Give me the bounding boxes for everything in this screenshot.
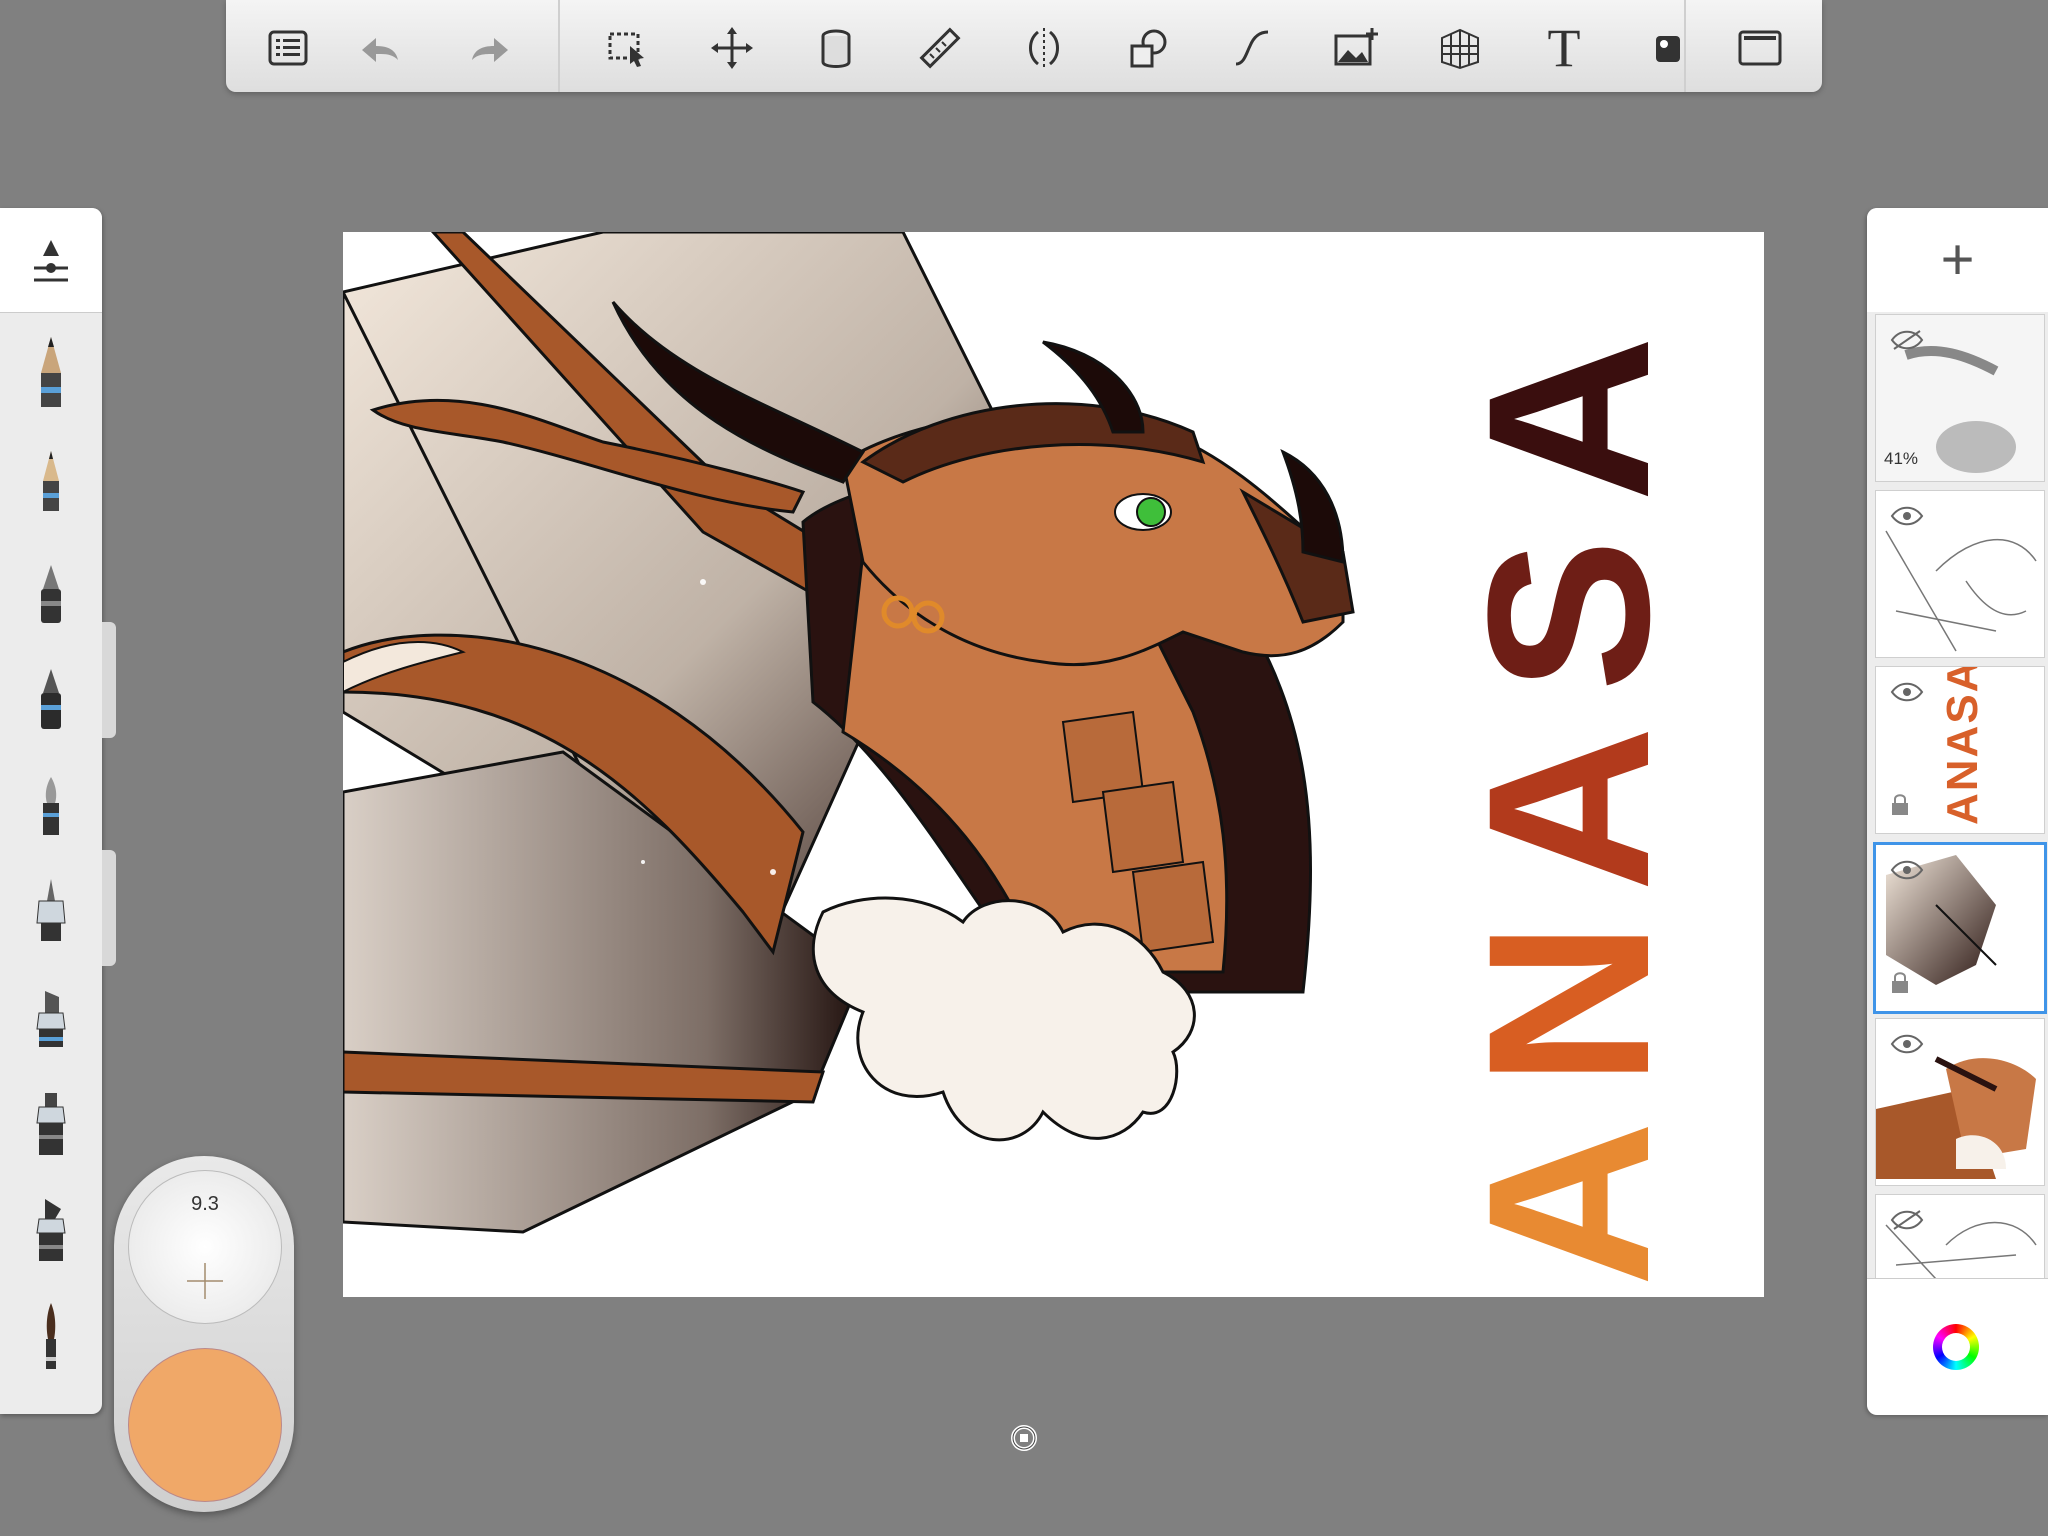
eye-icon[interactable] bbox=[1890, 681, 1924, 703]
hard-pencil-brush[interactable] bbox=[22, 436, 80, 526]
brush-size-control[interactable]: 9.3 bbox=[128, 1170, 282, 1324]
brush-puck: 9.3 bbox=[114, 1156, 294, 1512]
color-wheel-icon[interactable] bbox=[1933, 1324, 1979, 1370]
redo-icon[interactable] bbox=[460, 20, 520, 76]
wet-brush[interactable] bbox=[22, 1184, 80, 1274]
add-layer-button[interactable]: + bbox=[1867, 208, 2048, 312]
layer-thumbnail-1[interactable]: 41% bbox=[1875, 314, 2045, 482]
brush-panel-tab-2[interactable] bbox=[102, 850, 116, 966]
chisel-marker-brush[interactable] bbox=[22, 1078, 80, 1168]
undo-icon[interactable] bbox=[350, 20, 410, 76]
ink-brush[interactable] bbox=[22, 1294, 80, 1384]
symmetry-icon[interactable] bbox=[1014, 20, 1074, 76]
layer-list-icon[interactable] bbox=[258, 20, 318, 76]
alpha-lock-icon[interactable] bbox=[1890, 971, 1910, 995]
shape-icon[interactable] bbox=[1118, 20, 1178, 76]
title-letter-1: A bbox=[1440, 1114, 1697, 1287]
brush-properties-button[interactable] bbox=[0, 208, 102, 313]
crosshair-icon bbox=[187, 1263, 223, 1299]
text-icon[interactable]: T bbox=[1534, 18, 1594, 78]
layer-thumbnail-3[interactable]: ANASA bbox=[1875, 666, 2045, 834]
marker-brush[interactable] bbox=[22, 972, 80, 1062]
hidden-eye-icon[interactable] bbox=[1890, 329, 1924, 351]
fill-icon[interactable] bbox=[806, 20, 866, 76]
title-letter-5: A bbox=[1440, 329, 1697, 502]
ballpoint-pen-brush[interactable] bbox=[22, 548, 80, 638]
current-color-swatch[interactable] bbox=[128, 1348, 282, 1502]
curve-icon[interactable] bbox=[1222, 20, 1282, 76]
eye-icon[interactable] bbox=[1890, 1033, 1924, 1055]
drawing-canvas[interactable]: A N A S A bbox=[343, 232, 1764, 1297]
airbrush-brush[interactable] bbox=[22, 866, 80, 956]
title-letter-4: S bbox=[1440, 532, 1697, 692]
import-image-icon[interactable] bbox=[1326, 20, 1386, 76]
layer-opacity-label: 41% bbox=[1884, 449, 1919, 468]
paintbrush-brush[interactable] bbox=[22, 760, 80, 850]
perspective-grid-icon[interactable] bbox=[1430, 20, 1490, 76]
brush-palette bbox=[0, 208, 102, 1414]
stencil-icon[interactable] bbox=[1638, 20, 1698, 76]
layer-preview-text: ANASA bbox=[1938, 666, 1987, 825]
fineliner-brush[interactable] bbox=[22, 654, 80, 744]
alpha-lock-icon[interactable] bbox=[1890, 793, 1910, 817]
eye-icon[interactable] bbox=[1890, 859, 1924, 881]
eye-icon[interactable] bbox=[1890, 505, 1924, 527]
main-toolbar: T bbox=[226, 0, 1822, 92]
hidden-eye-icon[interactable] bbox=[1890, 1209, 1924, 1231]
transform-icon[interactable] bbox=[702, 20, 762, 76]
ruler-icon[interactable] bbox=[910, 20, 970, 76]
title-letter-2: N bbox=[1440, 914, 1697, 1087]
fullscreen-icon[interactable] bbox=[1730, 20, 1790, 76]
title-letter-3: A bbox=[1440, 719, 1697, 892]
layer-thumbnail-6[interactable] bbox=[1875, 1194, 2045, 1280]
brush-panel-tab[interactable] bbox=[102, 622, 116, 738]
layer-thumbnail-4[interactable] bbox=[1873, 842, 2047, 1014]
pencil-brush[interactable] bbox=[22, 328, 80, 418]
layer-thumbnail-5[interactable] bbox=[1875, 1018, 2045, 1186]
selection-icon[interactable] bbox=[598, 20, 658, 76]
rotate-reset-icon[interactable] bbox=[1006, 1420, 1042, 1456]
layers-panel: + 41% ANASA bbox=[1867, 208, 2048, 1415]
brush-size-value: 9.3 bbox=[191, 1193, 219, 1215]
layer-thumbnail-2[interactable] bbox=[1875, 490, 2045, 658]
